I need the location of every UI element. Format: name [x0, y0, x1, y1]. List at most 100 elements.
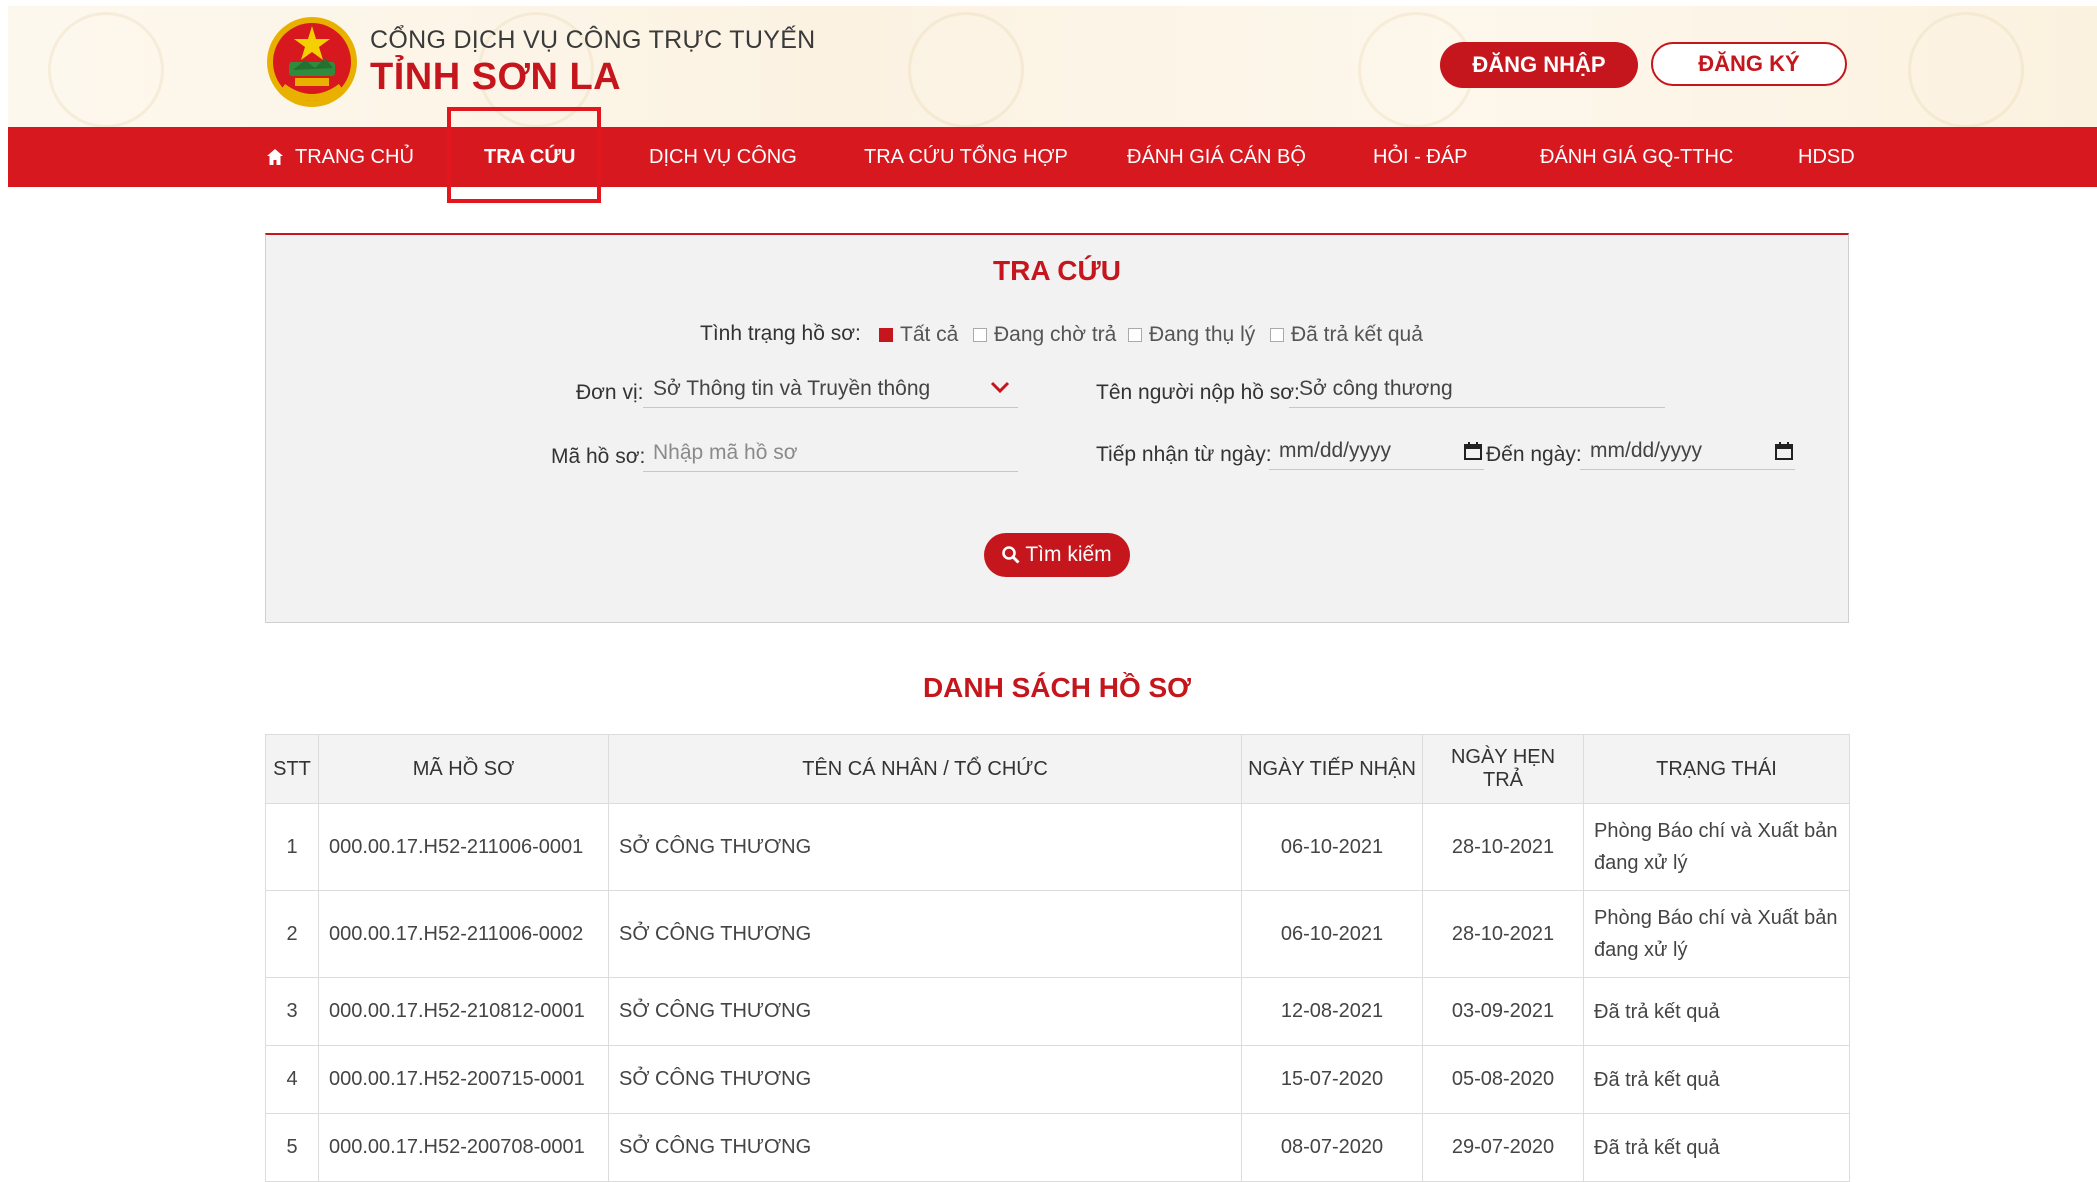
nav-item-tra-cuu[interactable]: TRA CỨU: [484, 127, 575, 187]
checkbox[interactable]: [1128, 328, 1142, 342]
status-option-waiting[interactable]: Đang chờ trả: [973, 323, 1116, 347]
cell-name: SỞ CÔNG THƯƠNG: [608, 977, 1242, 1046]
submitter-input[interactable]: Sở công thương: [1289, 370, 1665, 408]
checkbox[interactable]: [1270, 328, 1284, 342]
cell-name: SỞ CÔNG THƯƠNG: [608, 890, 1242, 978]
nav-item-label: TRA CỨU: [484, 145, 576, 168]
nav-item-dich-vu-cong[interactable]: DỊCH VỤ CÔNG: [649, 127, 797, 187]
search-button[interactable]: Tìm kiếm: [984, 533, 1130, 577]
cell-stt: 5: [265, 1113, 319, 1182]
nav-item-label: DỊCH VỤ CÔNG: [649, 145, 797, 168]
cell-name: SỞ CÔNG THƯƠNG: [608, 1113, 1242, 1182]
nav-item-label: ĐÁNH GIÁ CÁN BỘ: [1127, 145, 1306, 168]
status-option-processing[interactable]: Đang thụ lý: [1128, 323, 1255, 347]
cell-code: 000.00.17.H52-211006-0002: [318, 890, 609, 978]
decorative-watermark: [908, 12, 1024, 128]
column-header-status: TRẠNG THÁI: [1583, 734, 1850, 804]
cell-due: 28-10-2021: [1422, 890, 1584, 978]
nav-item-label: HỎI - ĐÁP: [1373, 145, 1468, 168]
records-list-title: DANH SÁCH HỒ SƠ: [922, 672, 1192, 703]
nav-item-label: ĐÁNH GIÁ GQ-TTHC: [1540, 145, 1734, 168]
column-header-stt: STT: [265, 734, 319, 804]
nav-item-danh-gia-gq-tthc[interactable]: ĐÁNH GIÁ GQ-TTHC: [1540, 127, 1733, 187]
status-option-label: Đã trả kết quả: [1291, 323, 1423, 346]
chevron-down-icon: [990, 381, 1010, 394]
from-date-input[interactable]: mm/dd/yyyy: [1269, 432, 1484, 470]
province-emblem-logo[interactable]: [265, 12, 359, 118]
checkbox-checked[interactable]: [879, 328, 893, 342]
status-option-label: Đang chờ trả: [994, 323, 1117, 346]
search-button-label: Tìm kiếm: [1025, 543, 1112, 566]
table-row[interactable]: 3 000.00.17.H52-210812-0001 SỞ CÔNG THƯƠ…: [265, 977, 1850, 1046]
register-button[interactable]: ĐĂNG KÝ: [1651, 42, 1847, 86]
from-date-value: mm/dd/yyyy: [1279, 438, 1392, 462]
unit-select-value: Sở Thông tin và Truyền thông: [653, 376, 931, 400]
column-header-received: NGÀY TIẾP NHẬN: [1241, 734, 1423, 804]
status-option-label: Tất cả: [900, 323, 959, 346]
nav-item-label: TRANG CHỦ: [295, 145, 414, 168]
cell-stt: 4: [265, 1045, 319, 1114]
cell-status: Đã trả kết quả: [1583, 1113, 1850, 1182]
search-icon: [1002, 546, 1020, 564]
cell-received: 15-07-2020: [1241, 1045, 1423, 1114]
site-title[interactable]: TỈNH SƠN LA: [370, 56, 621, 99]
column-header-code: MÃ HỒ SƠ: [318, 734, 609, 804]
nav-item-danh-gia-can-bo[interactable]: ĐÁNH GIÁ CÁN BỘ: [1127, 127, 1306, 187]
main-navbar: TRANG CHỦ TRA CỨU DỊCH VỤ CÔNG TRA CỨU T…: [8, 127, 2097, 187]
table-header-row: STT MÃ HỒ SƠ TÊN CÁ NHÂN / TỔ CHỨC NGÀY …: [265, 734, 1850, 804]
table-row[interactable]: 4 000.00.17.H52-200715-0001 SỞ CÔNG THƯƠ…: [265, 1045, 1850, 1114]
search-panel: TRA CỨU Tình trạng hồ sơ: Tất cả Đang ch…: [265, 233, 1849, 623]
status-option-returned[interactable]: Đã trả kết quả: [1270, 323, 1423, 347]
to-date-input[interactable]: mm/dd/yyyy: [1580, 432, 1795, 470]
cell-due: 28-10-2021: [1422, 803, 1584, 891]
search-panel-title: TRA CỨU: [993, 255, 1121, 286]
decorative-watermark: [48, 12, 164, 128]
calendar-icon[interactable]: [1775, 442, 1793, 460]
calendar-icon[interactable]: [1464, 442, 1482, 460]
table-row[interactable]: 2 000.00.17.H52-211006-0002 SỞ CÔNG THƯƠ…: [265, 890, 1850, 978]
cell-status: Phòng Báo chí và Xuất bản đang xử lý: [1583, 890, 1850, 978]
to-date-value: mm/dd/yyyy: [1590, 438, 1703, 462]
nav-item-hdsd[interactable]: HDSD: [1798, 127, 1855, 187]
cell-received: 08-07-2020: [1241, 1113, 1423, 1182]
code-input-placeholder: Nhập mã hồ sơ: [653, 440, 798, 464]
submitter-input-value: Sở công thương: [1299, 376, 1453, 400]
cell-code: 000.00.17.H52-200708-0001: [318, 1113, 609, 1182]
site-subtitle: CỔNG DỊCH VỤ CÔNG TRỰC TUYẾN: [370, 26, 816, 54]
cell-code: 000.00.17.H52-200715-0001: [318, 1045, 609, 1114]
nav-item-label: HDSD: [1798, 145, 1855, 168]
unit-label: Đơn vị:: [576, 381, 644, 404]
cell-code: 000.00.17.H52-211006-0001: [318, 803, 609, 891]
nav-item-tra-cuu-tong-hop[interactable]: TRA CỨU TỔNG HỢP: [864, 127, 1068, 187]
column-header-due: NGÀY HẸN TRẢ: [1422, 734, 1584, 804]
cell-stt: 2: [265, 890, 319, 978]
cell-name: SỞ CÔNG THƯƠNG: [608, 803, 1242, 891]
nav-item-label: TRA CỨU TỔNG HỢP: [864, 145, 1068, 168]
column-header-name: TÊN CÁ NHÂN / TỔ CHỨC: [608, 734, 1242, 804]
code-label: Mã hồ sơ:: [551, 445, 646, 468]
cell-received: 06-10-2021: [1241, 803, 1423, 891]
cell-name: SỞ CÔNG THƯƠNG: [608, 1045, 1242, 1114]
cell-status: Đã trả kết quả: [1583, 1045, 1850, 1114]
cell-status: Phòng Báo chí và Xuất bản đang xử lý: [1583, 803, 1850, 891]
submitter-label: Tên người nộp hồ sơ:: [1096, 381, 1300, 404]
cell-stt: 3: [265, 977, 319, 1046]
checkbox[interactable]: [973, 328, 987, 342]
home-icon: [267, 149, 283, 165]
table-row[interactable]: 5 000.00.17.H52-200708-0001 SỞ CÔNG THƯƠ…: [265, 1113, 1850, 1182]
status-option-label: Đang thụ lý: [1149, 323, 1256, 346]
cell-code: 000.00.17.H52-210812-0001: [318, 977, 609, 1046]
cell-due: 03-09-2021: [1422, 977, 1584, 1046]
code-input[interactable]: Nhập mã hồ sơ: [643, 434, 1018, 472]
unit-select[interactable]: Sở Thông tin và Truyền thông: [643, 370, 1018, 408]
table-row[interactable]: 1 000.00.17.H52-211006-0001 SỞ CÔNG THƯƠ…: [265, 803, 1850, 891]
cell-received: 12-08-2021: [1241, 977, 1423, 1046]
cell-status: Đã trả kết quả: [1583, 977, 1850, 1046]
login-button[interactable]: ĐĂNG NHẬP: [1440, 42, 1638, 88]
status-option-all[interactable]: Tất cả: [879, 323, 958, 347]
cell-stt: 1: [265, 803, 319, 891]
nav-item-home[interactable]: TRANG CHỦ: [266, 127, 414, 187]
decorative-watermark: [1908, 12, 2024, 128]
from-date-label: Tiếp nhận từ ngày:: [1096, 443, 1272, 466]
nav-item-hoi-dap[interactable]: HỎI - ĐÁP: [1373, 127, 1467, 187]
